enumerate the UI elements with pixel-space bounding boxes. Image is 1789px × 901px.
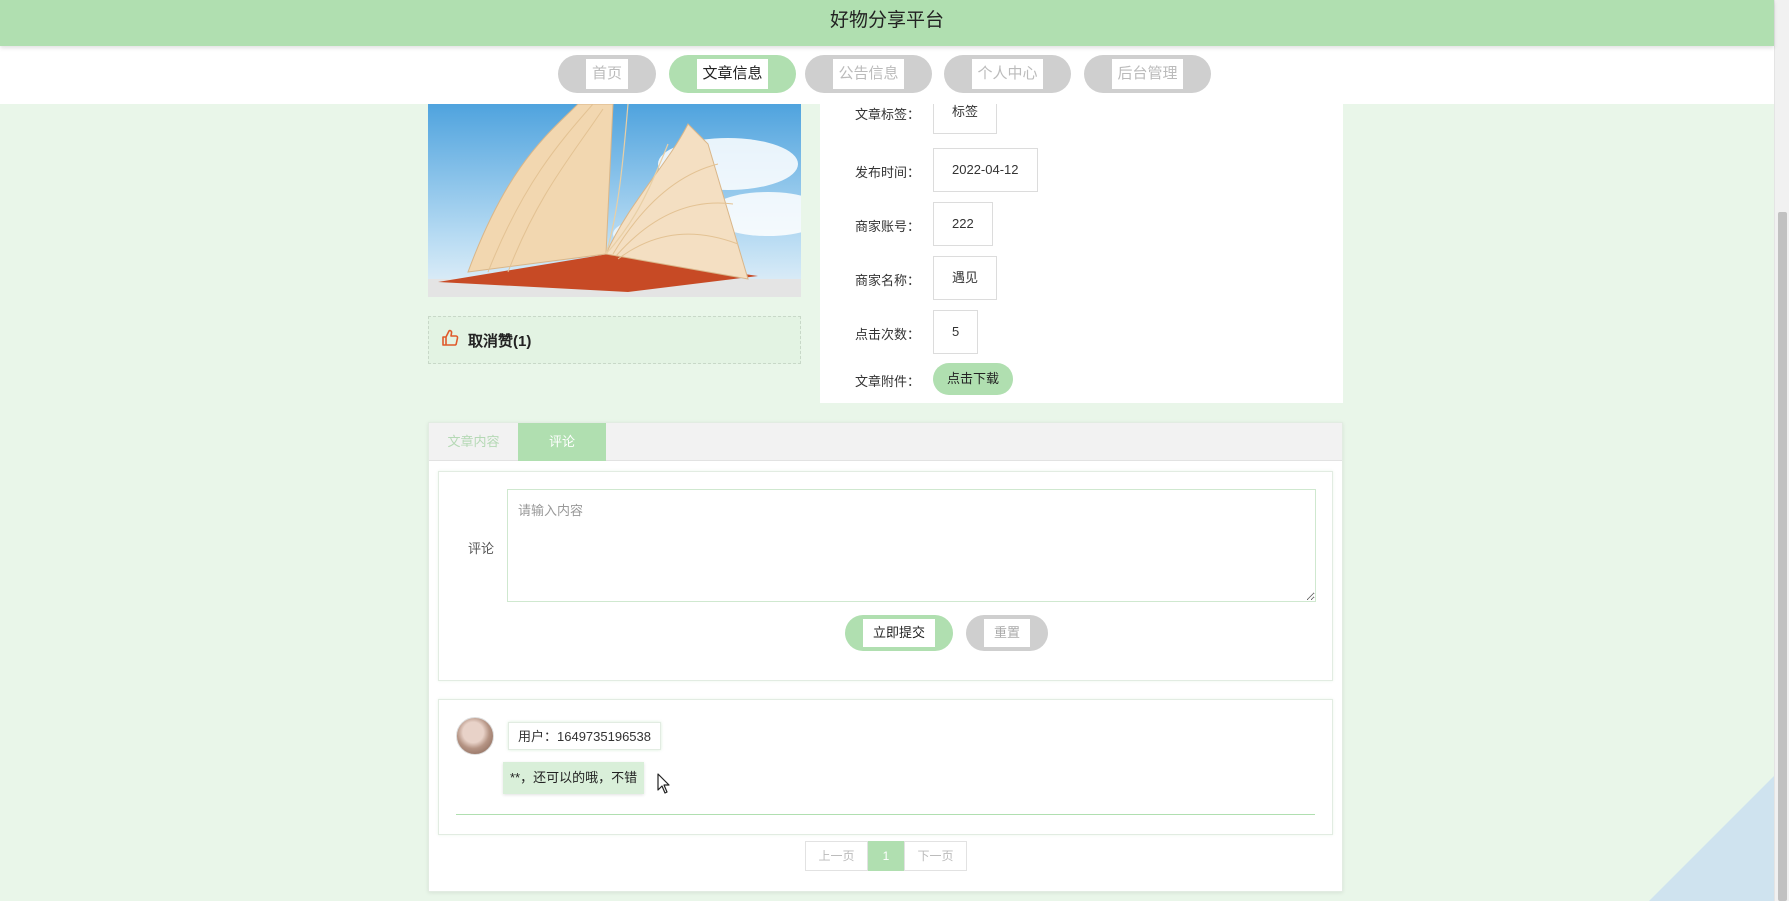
- info-label: 商家名称：: [855, 273, 921, 288]
- site-title: 好物分享平台: [829, 10, 944, 31]
- info-row-merchant-account: 商家账号： 222: [820, 202, 1343, 246]
- scrollbar-thumb[interactable]: [1778, 212, 1787, 901]
- article-info-panel: 文章标签： 标签 发布时间： 2022-04-12 商家账号： 222 商家名称…: [820, 90, 1343, 403]
- nav-item-admin[interactable]: 后台管理: [1084, 55, 1211, 93]
- content-tabs: 文章内容 评论 评论 立即提交 重置 用户：1649735196538 **，还…: [428, 422, 1343, 892]
- top-header: 好物分享平台: [0, 0, 1774, 46]
- publish-time-value: 2022-04-12: [933, 148, 1038, 192]
- tab-comments[interactable]: 评论: [518, 423, 606, 461]
- mouse-cursor-icon: [657, 773, 670, 794]
- comment-list: 用户：1649735196538 **，还可以的哦，不错: [438, 699, 1333, 835]
- article-cover-image: [428, 104, 801, 297]
- nav-item-label: 文章信息: [697, 59, 768, 89]
- tab-article-content[interactable]: 文章内容: [429, 423, 518, 461]
- prev-page-button[interactable]: 上一页: [805, 841, 868, 871]
- comment-user: 用户：1649735196538: [508, 722, 661, 750]
- current-page[interactable]: 1: [868, 841, 904, 871]
- tab-bar: 文章内容 评论: [429, 423, 1342, 461]
- merchant-name-value: 遇见: [933, 256, 998, 300]
- submit-button-label: 立即提交: [863, 619, 935, 647]
- nav-item-personal-center[interactable]: 个人中心: [944, 55, 1071, 93]
- nav-item-label: 公告信息: [833, 59, 904, 89]
- info-row-attachment: 文章附件： 点击下载: [820, 357, 1343, 401]
- info-label: 文章附件：: [855, 374, 921, 389]
- nav-item-label: 后台管理: [1112, 59, 1183, 89]
- nav-item-articles[interactable]: 文章信息: [669, 55, 796, 93]
- nav-item-home[interactable]: 首页: [558, 55, 656, 93]
- info-row-publish-time: 发布时间： 2022-04-12: [820, 148, 1343, 192]
- nav-item-label: 首页: [586, 59, 628, 89]
- reset-button-label: 重置: [984, 619, 1030, 647]
- comment-input[interactable]: [507, 489, 1316, 602]
- like-toggle[interactable]: 取消赞(1): [428, 316, 801, 364]
- page-scrollbar[interactable]: [1774, 0, 1789, 901]
- info-label: 文章标签：: [855, 107, 921, 122]
- info-label: 点击次数：: [855, 327, 921, 342]
- nav-item-announcements[interactable]: 公告信息: [805, 55, 932, 93]
- comment-divider: [456, 814, 1315, 815]
- like-label: 取消赞(1): [468, 333, 532, 350]
- reset-button[interactable]: 重置: [966, 615, 1048, 651]
- comment-text: **，还可以的哦，不错: [503, 762, 645, 794]
- click-count-value: 5: [933, 310, 979, 354]
- info-row-merchant-name: 商家名称： 遇见: [820, 256, 1343, 300]
- next-page-button[interactable]: 下一页: [904, 841, 967, 871]
- comment-label: 评论: [468, 541, 495, 556]
- avatar: [456, 717, 494, 755]
- nav-item-label: 个人中心: [972, 59, 1043, 89]
- info-label: 发布时间：: [855, 165, 921, 180]
- submit-button[interactable]: 立即提交: [845, 615, 953, 651]
- corner-decoration: [1649, 776, 1774, 901]
- main-nav: 首页 文章信息 公告信息 个人中心 后台管理: [0, 46, 1774, 104]
- download-button[interactable]: 点击下载: [933, 363, 1013, 395]
- thumbs-up-icon: [442, 329, 459, 346]
- info-label: 商家账号：: [855, 219, 921, 234]
- merchant-account-value: 222: [933, 202, 993, 246]
- info-row-click-count: 点击次数： 5: [820, 310, 1343, 354]
- comment-form: 评论 立即提交 重置: [438, 471, 1333, 681]
